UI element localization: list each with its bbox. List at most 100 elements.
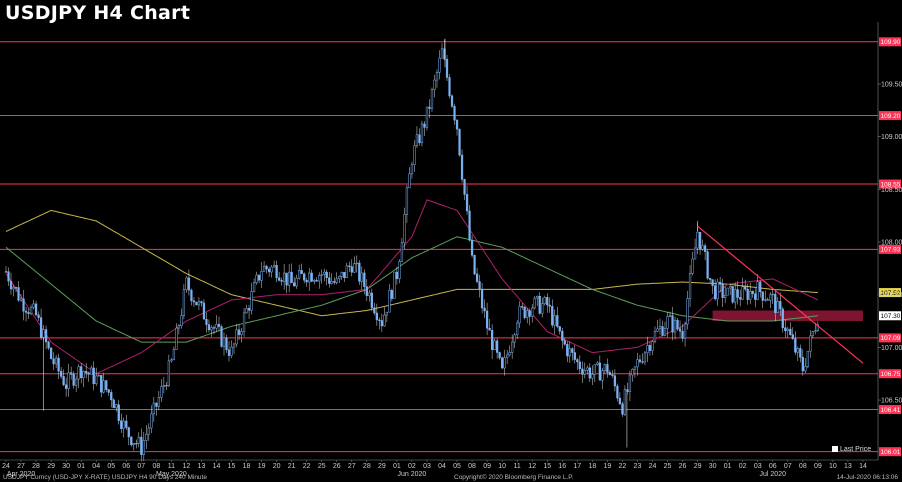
candle-body xyxy=(465,194,469,212)
candle-body xyxy=(127,427,130,438)
candle-body xyxy=(232,343,236,348)
candle xyxy=(646,336,649,362)
candle xyxy=(475,267,479,284)
candle xyxy=(210,325,213,337)
candle-body xyxy=(666,316,669,329)
candle xyxy=(408,167,411,189)
candle-body xyxy=(375,312,378,321)
candle-body xyxy=(152,402,155,415)
candle xyxy=(613,369,617,392)
candle-body xyxy=(4,271,8,273)
candle-body xyxy=(626,389,629,392)
candle-body xyxy=(303,273,306,281)
candle-body xyxy=(175,327,178,350)
candle xyxy=(403,207,406,250)
candle-body xyxy=(102,380,105,393)
candle xyxy=(603,363,607,374)
price-badge-label: 107.30 xyxy=(881,313,901,320)
candle-body xyxy=(463,179,466,195)
candle-body xyxy=(769,294,772,301)
candle-body xyxy=(751,290,754,294)
candle xyxy=(373,302,376,316)
candle-body xyxy=(814,330,817,332)
candle-body xyxy=(706,251,709,279)
x-tick-label: 14 xyxy=(213,463,221,470)
candle xyxy=(255,271,258,285)
candle-body xyxy=(257,274,261,281)
candle-body xyxy=(445,58,449,78)
candle-body xyxy=(355,262,358,265)
candle-body xyxy=(187,277,191,291)
candle xyxy=(22,289,25,321)
candle xyxy=(721,278,724,308)
candle-body xyxy=(115,404,118,409)
candle xyxy=(744,279,747,292)
candle-body xyxy=(293,282,296,287)
candle xyxy=(546,293,549,313)
candle xyxy=(313,278,316,285)
candle xyxy=(435,69,439,88)
candle-body xyxy=(551,306,554,326)
candle-body xyxy=(618,397,622,405)
x-tick-label: 22 xyxy=(619,463,627,470)
candle-body xyxy=(410,164,414,175)
month-label: Jun 2020 xyxy=(398,471,427,478)
candle xyxy=(586,365,589,375)
candle xyxy=(383,307,386,327)
candle-body xyxy=(280,280,283,282)
candle-body xyxy=(729,286,732,289)
candle xyxy=(516,320,519,339)
candle xyxy=(506,349,509,364)
candle-body xyxy=(423,123,426,128)
level-label: 107.93 xyxy=(881,247,901,254)
candle-body xyxy=(32,303,35,308)
candle-body xyxy=(809,335,812,352)
candle-body xyxy=(255,274,258,283)
candle-body xyxy=(59,370,63,377)
candle-body xyxy=(323,271,326,275)
candle-body xyxy=(235,329,238,345)
x-tick-label: 12 xyxy=(528,463,536,470)
candle-body xyxy=(277,277,281,281)
candle-body xyxy=(320,274,323,276)
candle-body xyxy=(380,320,383,327)
candle xyxy=(420,120,424,147)
candle-body xyxy=(80,366,83,379)
candle xyxy=(661,320,664,337)
candle-body xyxy=(440,48,444,59)
candle xyxy=(543,295,546,306)
candle xyxy=(370,288,373,312)
candle-body xyxy=(593,364,596,375)
candle xyxy=(365,279,368,302)
candle-body xyxy=(162,385,165,387)
candle-body xyxy=(789,328,792,335)
candle-body xyxy=(558,326,561,332)
candle xyxy=(638,354,642,364)
x-tick-label: 02 xyxy=(408,463,416,470)
candle xyxy=(280,277,283,286)
x-tick-label: 30 xyxy=(62,463,70,470)
candle xyxy=(623,385,627,416)
candle xyxy=(142,431,145,462)
candle xyxy=(786,326,789,339)
candle-body xyxy=(70,372,73,375)
candle xyxy=(513,332,516,348)
candle-body xyxy=(135,443,138,445)
candle xyxy=(305,277,308,287)
candle-body xyxy=(363,272,366,287)
x-tick-label: 08 xyxy=(152,463,160,470)
candle xyxy=(716,278,719,306)
candle xyxy=(683,321,687,347)
candle xyxy=(693,238,697,260)
candle-body xyxy=(383,314,386,327)
candle-body xyxy=(34,303,38,316)
candle xyxy=(102,372,105,394)
candle xyxy=(277,271,281,282)
candle xyxy=(518,301,521,328)
candle xyxy=(393,271,396,299)
candle xyxy=(180,308,183,329)
candle-body xyxy=(72,374,75,386)
candle-body xyxy=(576,359,579,363)
candle xyxy=(651,340,654,356)
candle-body xyxy=(621,403,624,415)
